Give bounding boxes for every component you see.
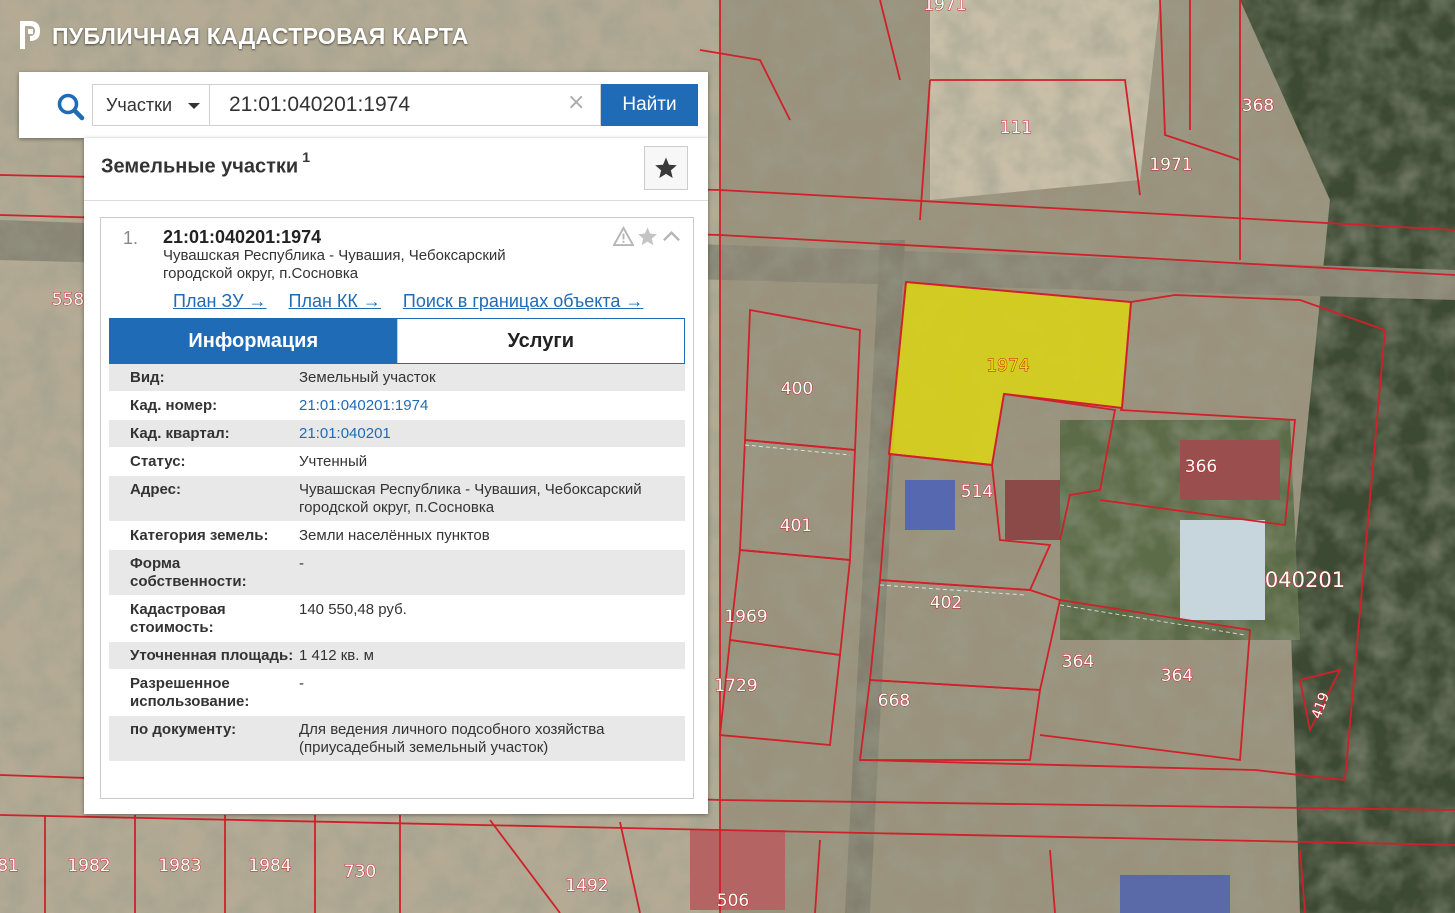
parcel-label[interactable]: 558 [51,290,84,311]
search-type-select[interactable]: Участки [92,84,209,126]
map-building [1180,520,1265,620]
rosreestr-logo-icon[interactable] [18,19,42,53]
info-value: Земельный участок [299,369,436,386]
parcel-label[interactable]: 668 [877,691,910,712]
card-tabs: Информация Услуги [109,318,685,364]
search-icon[interactable] [55,91,87,123]
chevron-down-icon [188,103,200,109]
star-icon [655,157,677,178]
info-row: Кадастровая стоимость: 140 550,48 руб. [109,596,685,642]
result-cad-number[interactable]: 21:01:040201:1974 [163,227,321,248]
warning-icon[interactable] [613,226,634,247]
info-row: по документу: Для ведения личного подсобн… [109,716,685,762]
parcel-label[interactable]: 1729 [714,676,758,697]
card-actions [613,226,682,247]
panel-title: Земельные участки 1 [101,149,311,179]
parcel-label[interactable]: 401 [779,516,812,537]
info-key: Кад. квартал: [130,425,230,442]
parcel-label[interactable]: 1971 [1149,155,1193,176]
address-line: городской округ, п.Сосновка [163,265,359,282]
app-header: ПУБЛИЧНАЯ КАДАСТРОВАЯ КАРТА [18,16,469,56]
parcel-label[interactable]: 730 [343,862,376,883]
parcel-label[interactable]: 364 [1160,666,1193,687]
cad-number-link[interactable]: 21:01:040201:1974 [299,392,685,419]
card-links: План ЗУ → План КК → Поиск в границах объ… [173,291,643,312]
results-panel: Земельные участки 1 1. 21:01:040201:1974 … [84,138,708,814]
info-key: Разрешенное использование: [130,675,250,710]
info-key: Адрес: [130,481,181,498]
info-key: Форма собственности: [130,555,247,590]
search-in-bounds-link[interactable]: Поиск в границах объекта → [403,291,643,312]
map-building [1120,875,1230,913]
star-icon[interactable] [637,226,658,247]
info-value: - [299,555,304,572]
info-row: Кад. номер: 21:01:040201:1974 [109,392,685,420]
map-building [1005,480,1060,540]
address-line: Чувашская Республика - Чувашия, Чебоксар… [163,247,506,264]
chevron-up-icon[interactable] [661,226,682,247]
info-key: Кадастровая стоимость: [130,601,226,636]
results-title: Земельные участки [101,155,299,178]
info-row: Разрешенное использование: - [109,670,685,716]
info-value: 1 412 кв. м [299,647,374,664]
info-row: Статус: Учтенный [109,448,685,476]
info-value: Земли населённых пунктов [299,527,490,544]
result-index: 1. [123,228,139,248]
info-row: Уточненная площадь: 1 412 кв. м [109,642,685,670]
info-key: Категория земель: [130,527,269,544]
info-value: - [299,675,304,692]
results-count: 1 [302,149,311,165]
info-value: Для ведения личного подсобного хозяйства… [299,721,605,756]
cad-quarter-link[interactable]: 21:01:040201 [299,420,685,447]
clear-search-button[interactable]: × [567,92,585,114]
info-key: Вид: [130,369,165,386]
parcel-label[interactable]: 400 [780,379,813,400]
parcel-label[interactable]: 366 [1184,457,1217,478]
info-row: Категория земель: Земли населённых пункто… [109,522,685,550]
result-card: 1. 21:01:040201:1974 Чувашская Республик… [100,217,694,799]
parcel-label[interactable]: 1969 [724,607,768,628]
app-title: ПУБЛИЧНАЯ КАДАСТРОВАЯ КАРТА [52,22,469,49]
info-key: Уточненная площадь: [130,647,294,664]
info-row: Вид: Земельный участок [109,364,685,392]
map-building [905,480,955,530]
favorites-button[interactable] [644,146,688,190]
parcel-label[interactable]: 514 [960,482,993,503]
divider [84,200,708,201]
parcel-label[interactable]: 506 [716,891,749,912]
info-key: по документу: [130,721,237,738]
parcel-label[interactable]: 1983 [158,856,202,877]
parcel-label[interactable]: 402 [929,593,962,614]
result-address: Чувашская Республика - Чувашия, Чебоксар… [163,247,593,283]
find-button[interactable]: Найти [601,84,698,126]
info-row: Кад. квартал: 21:01:040201 [109,420,685,448]
parcel-label[interactable]: 1971 [923,0,967,15]
parcel-label[interactable]: 1982 [67,856,111,877]
parcel-label[interactable]: 81 [0,856,19,877]
parcel-label[interactable]: 368 [1241,96,1274,117]
parcel-label[interactable]: 1984 [248,856,292,877]
plan-kk-link[interactable]: План КК → [289,291,381,312]
parcel-label[interactable]: 1492 [565,876,609,897]
info-row: Адрес: Чувашская Республика - Чувашия, Че… [109,476,685,522]
parcel-label[interactable]: 364 [1061,652,1094,673]
search-type-value: Участки [106,94,172,115]
parcel-label[interactable]: 111 [999,118,1032,139]
info-key: Кад. номер: [130,397,218,414]
search-bar: Участки × Найти [19,72,708,138]
tab-info[interactable]: Информация [110,319,397,363]
plan-zu-link[interactable]: План ЗУ → [173,291,267,312]
info-value: Чувашская Республика - Чувашия, Чебоксар… [299,481,642,516]
info-key: Статус: [130,453,186,470]
info-row: Форма собственности: - [109,550,685,596]
search-input[interactable] [209,84,601,126]
info-value: 140 550,48 руб. [299,601,407,618]
parcel-label-highlight[interactable]: 1974 [986,356,1030,377]
tab-services[interactable]: Услуги [396,319,684,363]
quarter-label[interactable]: 040201 [1264,568,1345,593]
info-table: Вид: Земельный участок Кад. номер: 21:01:0… [109,364,685,762]
info-value: Учтенный [299,453,368,470]
